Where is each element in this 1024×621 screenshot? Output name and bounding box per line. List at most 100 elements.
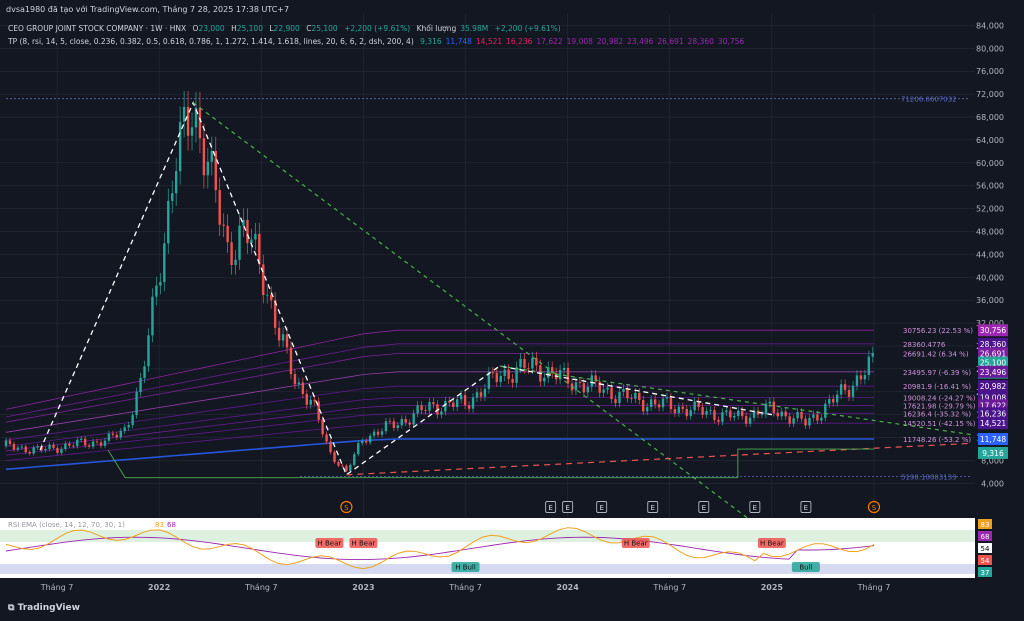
candle-body bbox=[804, 418, 807, 426]
candle-body bbox=[638, 392, 641, 401]
tp-value: 30,756 bbox=[717, 37, 745, 46]
candle-body bbox=[499, 376, 502, 382]
candle-body bbox=[614, 399, 617, 404]
candle-body bbox=[115, 434, 119, 438]
candle-body bbox=[72, 445, 75, 447]
candle-body bbox=[764, 403, 768, 415]
rsi-divergence-label: H Bear bbox=[352, 540, 376, 548]
rsi-axis-badge-label: 37 bbox=[981, 569, 990, 577]
tradingview-brand: TradingView bbox=[17, 603, 80, 613]
candle-body bbox=[748, 417, 752, 424]
candle-body bbox=[685, 408, 688, 417]
time-tick-label: Tháng 7 bbox=[40, 583, 74, 592]
candle-body bbox=[349, 464, 352, 471]
candle-body bbox=[709, 410, 712, 411]
candle-body bbox=[677, 406, 681, 414]
tp-value: 16,236 bbox=[506, 37, 533, 46]
tp-value: 11,748 bbox=[445, 37, 472, 46]
price-badge-label: 11,748 bbox=[980, 435, 1006, 444]
event-marker-label: E bbox=[565, 504, 569, 512]
price-tick-label: 80,000 bbox=[976, 44, 1004, 53]
candle-body bbox=[491, 372, 495, 374]
candle-body bbox=[574, 382, 578, 391]
candle-body bbox=[503, 369, 506, 377]
candle-body bbox=[562, 367, 566, 371]
rsi-divergence-label: Bull bbox=[799, 564, 812, 572]
candle-body bbox=[174, 171, 178, 194]
tp-value: 23,496 bbox=[627, 37, 654, 46]
candle-body bbox=[523, 358, 526, 369]
candle-body bbox=[661, 398, 665, 408]
candle-body bbox=[622, 388, 625, 392]
candle-body bbox=[353, 454, 356, 465]
candle-body bbox=[816, 414, 819, 421]
candle-body bbox=[610, 387, 613, 400]
candle-body bbox=[135, 392, 138, 416]
candle-body bbox=[380, 431, 384, 435]
candle-body bbox=[190, 127, 194, 136]
rsi-axis-badge-label: 54 bbox=[981, 545, 990, 553]
fib-level-label: 26691.42 (6.34 %) bbox=[903, 350, 969, 358]
candle-body bbox=[467, 405, 471, 409]
fib-level-label: 28360.4776 bbox=[903, 341, 946, 349]
candle-body bbox=[788, 416, 791, 424]
candle-body bbox=[657, 404, 661, 408]
price-badge-label: 20,982 bbox=[980, 382, 1006, 391]
candle-body bbox=[214, 150, 217, 191]
candle-body bbox=[733, 415, 736, 418]
candle-body bbox=[428, 402, 431, 411]
candle-body bbox=[855, 375, 859, 386]
candle-body bbox=[432, 402, 435, 405]
price-tick-label: 68,000 bbox=[976, 113, 1004, 122]
tp-value: 14,521 bbox=[475, 37, 503, 46]
candle-body bbox=[820, 417, 823, 421]
candle-body bbox=[297, 382, 301, 385]
candle-body bbox=[630, 398, 633, 400]
event-marker-label: E bbox=[651, 504, 655, 512]
tradingview-logo[interactable]: ⧉ TradingView bbox=[8, 603, 80, 613]
candle-body bbox=[32, 447, 35, 454]
rsi-divergence-label: H Bull bbox=[455, 564, 476, 572]
ohlc-close: 25,100 bbox=[311, 24, 338, 33]
tp-value: 20,982 bbox=[596, 37, 624, 46]
rsi-axis-badge-label: 54 bbox=[981, 557, 990, 565]
price-tick-label: 40,000 bbox=[976, 273, 1004, 282]
event-marker-label: E bbox=[804, 504, 808, 512]
time-tick-label: 2022 bbox=[148, 583, 170, 592]
price-badge-label: 16,236 bbox=[980, 409, 1006, 418]
candle-body bbox=[396, 425, 400, 429]
candle-body bbox=[111, 433, 115, 435]
fib-level-label: 17621.98 (-29.79 %) bbox=[903, 402, 976, 410]
price-tick-label: 4,000 bbox=[981, 479, 1004, 488]
candle-body bbox=[812, 414, 815, 418]
candle-body bbox=[127, 425, 130, 428]
candle-body bbox=[832, 399, 835, 403]
candle-body bbox=[618, 391, 621, 404]
candle-body bbox=[333, 452, 336, 463]
symbol-title[interactable]: CEO GROUP JOINT STOCK COMPANY · 1W · HNX bbox=[8, 24, 186, 33]
price-badge-label: 14,521 bbox=[980, 419, 1006, 428]
candle-body bbox=[388, 421, 392, 423]
candle-body bbox=[341, 465, 344, 467]
candle-body bbox=[463, 394, 467, 406]
tp-indicator-row[interactable]: TP (8, rsi, 14, 5, close, 0.236, 0.382, … bbox=[8, 37, 748, 46]
fib-level-label: 23495.97 (-6.39 %) bbox=[903, 369, 971, 377]
candle-body bbox=[444, 400, 447, 412]
candle-body bbox=[642, 400, 645, 412]
volume-value: 35.98M bbox=[460, 24, 489, 33]
ohlc-high-label: H bbox=[231, 24, 237, 33]
chart-canvas[interactable]: 4,0008,00012,00016,00020,00024,00028,000… bbox=[0, 0, 1024, 621]
tp-value: 26,691 bbox=[657, 37, 684, 46]
candle-body bbox=[281, 334, 285, 341]
candle-body bbox=[48, 444, 51, 450]
candle-body bbox=[507, 369, 510, 380]
trendline-green bbox=[499, 365, 973, 436]
candle-body bbox=[772, 401, 776, 413]
candle-body bbox=[293, 374, 297, 385]
tp-value: 19,008 bbox=[566, 37, 593, 46]
time-tick-label: Tháng 7 bbox=[652, 583, 686, 592]
candle-body bbox=[871, 352, 874, 357]
candle-body bbox=[515, 367, 518, 383]
candle-body bbox=[408, 422, 411, 425]
candle-body bbox=[519, 358, 522, 368]
